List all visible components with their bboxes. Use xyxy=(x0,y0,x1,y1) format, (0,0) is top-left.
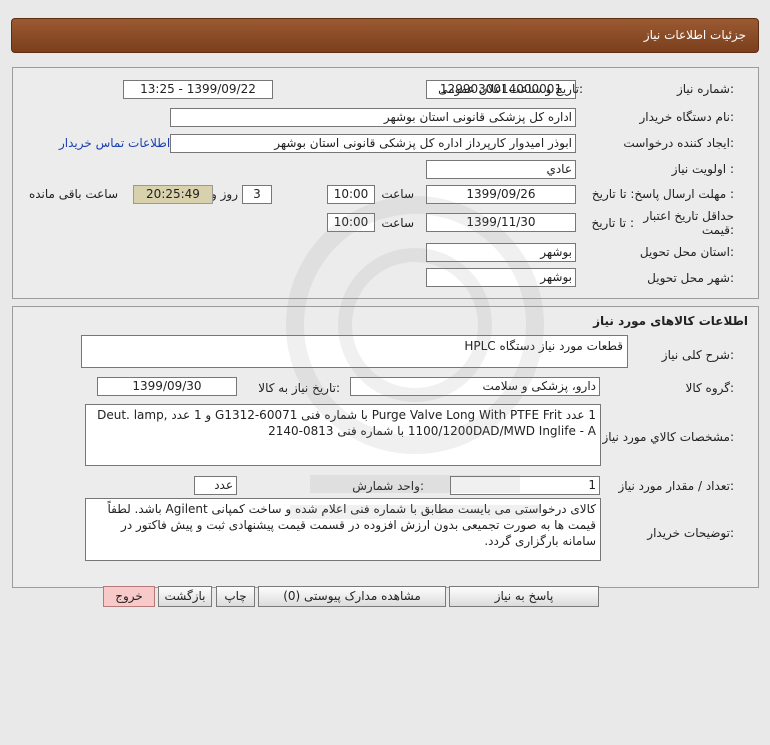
group-field: دارو، پزشکی و سلامت xyxy=(350,377,600,396)
need-date-label: تاریخ نیاز به کالا: xyxy=(258,381,340,395)
announce-field: 1399/09/22 - 13:25 xyxy=(123,80,273,99)
buyer-org-label: نام دستگاه خریدار: xyxy=(639,110,735,124)
remaining-label: ساعت باقی مانده xyxy=(28,187,118,201)
city-field: بوشهر xyxy=(426,268,576,287)
buyer-contact-link[interactable]: اطلاعات تماس خریدار xyxy=(59,136,170,150)
validity-date-field: 1399/11/30 xyxy=(426,213,576,232)
validity-label-1: حداقل تاریخ اعتبار xyxy=(643,209,734,223)
reply-button[interactable]: پاسخ به نیاز xyxy=(449,586,599,607)
summary-label: شرح کلی نیاز: xyxy=(661,348,734,362)
qty-label: تعداد / مقدار مورد نیاز: xyxy=(618,479,734,493)
summary-field: قطعات مورد نیاز دستگاه HPLC xyxy=(81,335,628,368)
province-label: استان محل تحویل: xyxy=(639,245,734,259)
need-date-field: 1399/09/30 xyxy=(97,377,237,396)
province-field: بوشهر xyxy=(426,243,576,262)
notes-label: توضیحات خریدار: xyxy=(647,526,734,540)
remaining-timer: 20:25:49 xyxy=(133,185,213,204)
need-number-label: شماره نیاز: xyxy=(676,82,734,96)
deadline-date-field: 1399/09/26 xyxy=(426,185,576,204)
validity-time-label: ساعت xyxy=(381,216,414,230)
days-field: 3 xyxy=(242,185,272,204)
back-button[interactable]: بازگشت xyxy=(158,586,212,607)
specs-label: مشخصات کالاي مورد نياز: xyxy=(602,430,734,444)
attachments-button[interactable]: مشاهده مدارک پیوستی (0) xyxy=(258,586,446,607)
city-label: شهر محل تحویل: xyxy=(647,271,734,285)
buyer-org-field: اداره کل پزشکی قانونی استان بوشهر xyxy=(170,108,576,127)
notes-field: کالای درخواستی می بایست مطابق با شماره ف… xyxy=(85,498,601,561)
deadline-label: مهلت ارسال پاسخ: تا تاریخ : xyxy=(591,187,734,201)
deadline-time-label: ساعت xyxy=(381,187,414,201)
exit-button[interactable]: خروج xyxy=(103,586,155,607)
validity-time-field: 10:00 xyxy=(327,213,375,232)
validity-to-label: تا تاریخ : xyxy=(591,216,634,230)
print-button[interactable]: چاپ xyxy=(216,586,255,607)
page-header: جزئیات اطلاعات نیاز xyxy=(11,18,759,53)
group-label: گروه کالا: xyxy=(685,381,735,395)
goods-panel: اطلاعات کالاهای مورد نیاز شرح کلی نیاز: … xyxy=(12,306,759,588)
unit-field: عدد xyxy=(194,476,237,495)
specs-field: 1 عدد Purge Valve Long With PTFE Frit با… xyxy=(85,404,601,466)
goods-section-title: اطلاعات کالاهای مورد نیاز xyxy=(593,314,748,328)
days-label: روز و xyxy=(211,187,238,201)
requester-label: ایجاد کننده درخواست: xyxy=(623,136,734,150)
unit-label: واحد شمارش: xyxy=(352,479,424,493)
qty-field: 1 xyxy=(450,476,600,495)
priority-label: اولویت نیاز : xyxy=(671,162,734,176)
page-title: جزئیات اطلاعات نیاز xyxy=(643,28,746,42)
requester-field: ابوذر امیدوار کارپرداز اداره کل پزشکی قا… xyxy=(170,134,576,153)
validity-label-2: قیمت: xyxy=(701,223,734,237)
priority-field: عادي xyxy=(426,160,576,179)
announce-label: تاریخ و ساعت اعلان عمومی: xyxy=(438,82,583,96)
need-info-panel: شماره نیاز: 1299030014000001 تاریخ و ساع… xyxy=(12,67,759,299)
deadline-time-field: 10:00 xyxy=(327,185,375,204)
